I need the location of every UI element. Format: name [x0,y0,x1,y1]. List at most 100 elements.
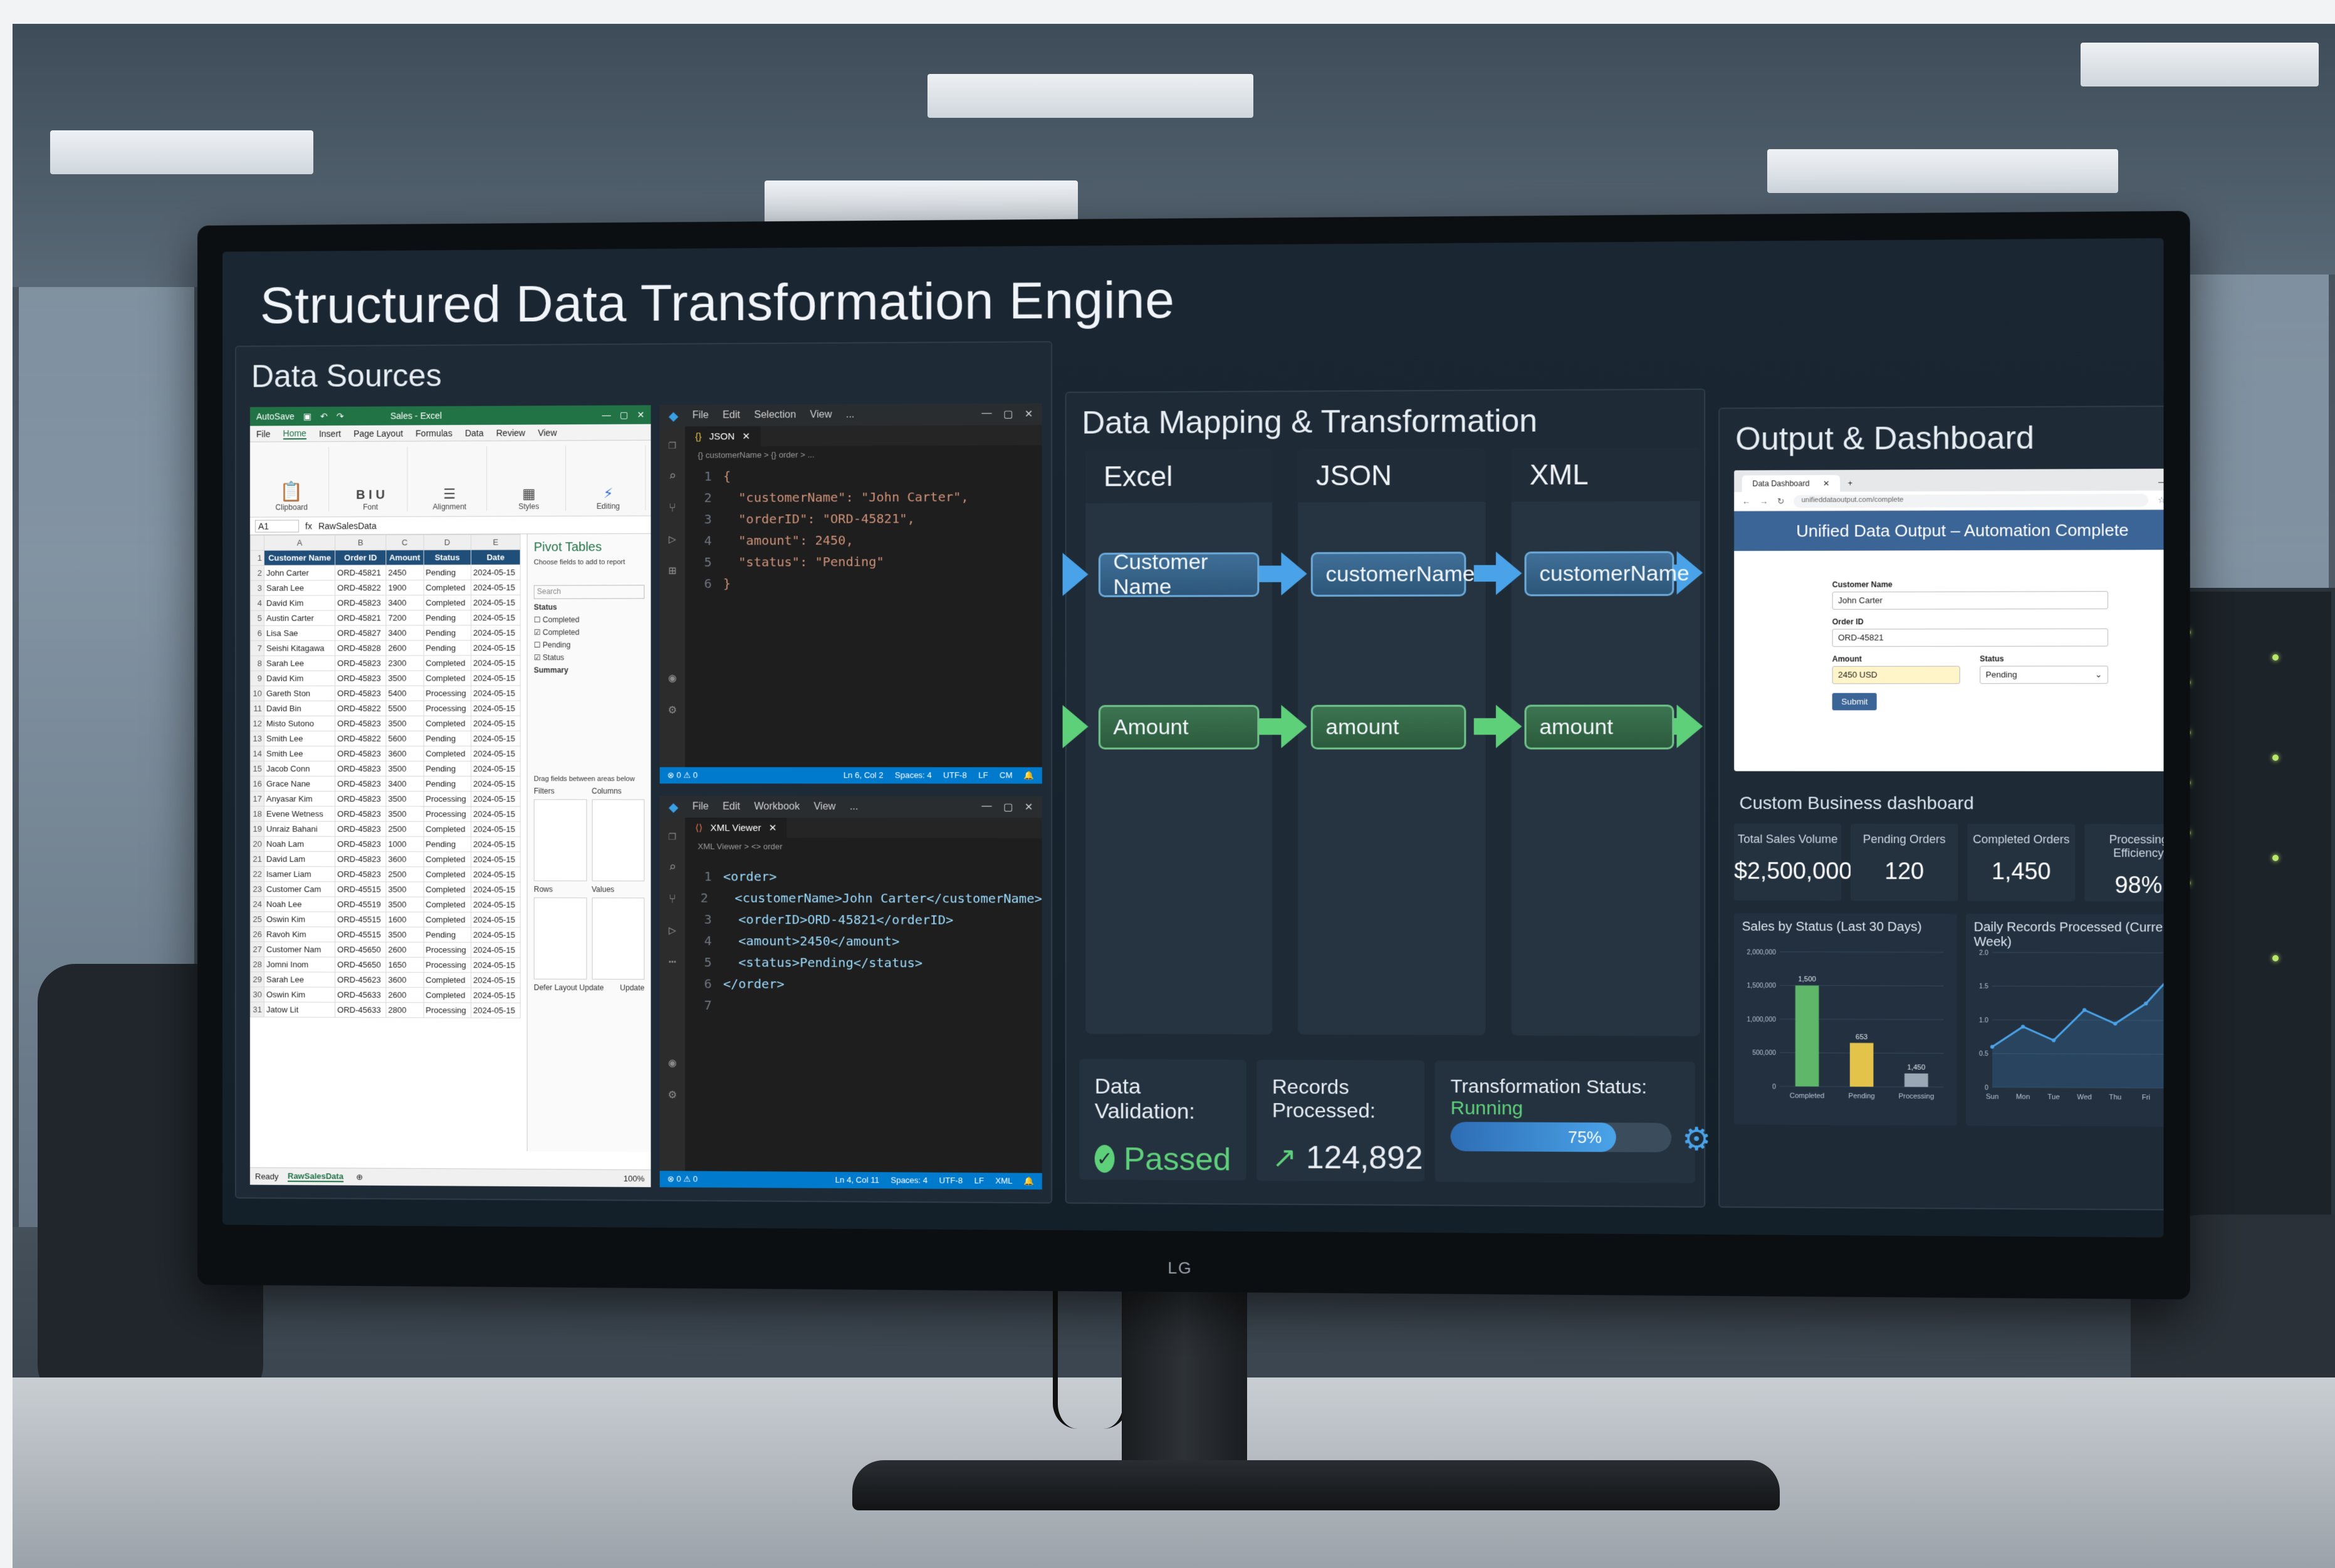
pivot-search-input[interactable]: Search [533,585,645,599]
explorer-icon[interactable]: ❐ [669,437,676,452]
row-number[interactable]: 29 [250,971,264,987]
code-line[interactable]: 3 <orderID>ORD-45821</orderID> [685,909,1042,931]
bookmark-star-icon[interactable]: ☆ [2158,494,2163,504]
row-number[interactable]: 4 [250,595,264,611]
table-cell[interactable]: 3600 [385,972,424,988]
table-cell[interactable]: Anyasar Kim [264,791,335,807]
table-cell[interactable]: 7200 [385,610,424,625]
table-cell[interactable]: Completed [423,655,471,671]
reload-icon[interactable]: ↻ [1777,496,1784,506]
pivot-option[interactable]: ☑ Completed [534,628,645,637]
styles-icon[interactable]: ▦ [522,486,535,502]
line-ending[interactable]: LF [974,1176,983,1186]
table-cell[interactable]: 2024-05-15 [471,731,521,746]
table-cell[interactable]: Completed [423,897,471,912]
back-icon[interactable]: ← [1742,496,1751,506]
table-cell[interactable]: Smith Lee [264,746,335,761]
table-cell[interactable]: Jatow Lit [264,1001,335,1018]
table-cell[interactable]: John Carter [264,565,335,581]
table-cell[interactable]: 1000 [385,836,424,852]
table-cell[interactable]: 5400 [385,686,424,701]
table-cell[interactable]: 2024-05-15 [471,942,521,958]
table-cell[interactable]: ORD-45515 [335,881,386,897]
table-cell[interactable]: ORD-45823 [335,821,386,837]
tab-json[interactable]: {} JSON ✕ [685,426,761,447]
table-row[interactable]: 23 Customer Cam ORD-45515 3500 Completed 2024… [250,881,521,897]
table-cell[interactable]: 2024-05-15 [471,972,521,988]
table-cell[interactable]: David Kim [264,595,335,611]
table-cell[interactable]: 2024-05-15 [471,625,521,640]
close-icon[interactable]: ✕ [1025,801,1033,813]
tab-xml-viewer[interactable]: ⟨⟩ XML Viewer ✕ [685,817,787,839]
table-cell[interactable]: Processing [423,957,471,973]
table-cell[interactable]: 3500 [385,761,424,776]
table-cell[interactable]: 2024-05-15 [471,836,521,852]
bold-icon[interactable]: B I U [356,488,385,503]
table-cell[interactable]: 2024-05-15 [471,655,521,671]
table-cell[interactable]: Completed [423,595,471,610]
table-cell[interactable]: ORD-45821 [335,565,386,580]
ribbon-group-alignment[interactable]: ☰ Alignment [412,446,488,511]
maximize-icon[interactable]: ▢ [1003,801,1013,813]
table-cell[interactable]: 3500 [385,927,424,943]
table-cell[interactable]: ORD-45515 [335,911,386,928]
table-row[interactable]: 4 David Kim ORD-45823 3400 Completed 2024-05-… [250,595,521,611]
code-line[interactable]: 4 "amount": 2450, [685,529,1042,551]
status-select[interactable]: Pending ⌄ [1980,666,2109,684]
notifications-icon[interactable]: 🔔 [1024,770,1035,780]
table-cell[interactable]: Completed [423,972,471,988]
table-cell[interactable]: Processing [423,1002,471,1018]
table-cell[interactable]: Processing [423,806,471,822]
table-cell[interactable]: 2024-05-15 [471,701,521,716]
line-ending[interactable]: LF [978,770,988,780]
table-row[interactable]: 22 Isamer Liam ORD-45823 2500 Completed 2024-… [250,866,521,882]
undo-icon[interactable]: ↶ [320,411,328,422]
lightning-icon[interactable]: ⚡ [603,486,614,502]
spreadsheet-grid[interactable]: AB CD E 1 Customer Name Order ID Amount … [250,534,521,1018]
close-icon[interactable]: ✕ [1025,408,1033,421]
table-cell[interactable]: ORD-45823 [335,836,386,852]
pivot-drop-box[interactable] [592,799,645,882]
row-number[interactable]: 28 [250,956,264,972]
language-mode[interactable]: XML [995,1176,1012,1186]
ribbon-tab-insert[interactable]: Insert [319,428,341,438]
table-cell[interactable]: 2024-05-15 [471,987,521,1003]
table-cell[interactable]: ORD-45823 [335,746,386,761]
row-number[interactable]: 15 [250,761,264,776]
row-number[interactable]: 20 [250,836,264,852]
table-cell[interactable]: Pending [423,927,471,943]
table-cell[interactable]: ORD-45823 [335,791,386,807]
table-cell[interactable]: Jacob Conn [264,761,335,776]
table-cell[interactable]: 3600 [385,851,424,867]
problems-indicator[interactable]: ⊗ 0 ⚠ 0 [667,1174,697,1184]
encoding[interactable]: UTF-8 [939,1176,963,1186]
source-control-icon[interactable]: ⑂ [669,891,676,906]
gear-icon[interactable]: ⚙ [1682,1121,1711,1158]
table-row[interactable]: 26 Ravoh Kim ORD-45515 3500 Pending 2024-05-1… [250,926,521,943]
table-cell[interactable]: ORD-45633 [335,1002,386,1018]
table-row[interactable]: 8 Sarah Lee ORD-45823 2300 Completed 2024-05-… [250,655,521,671]
table-cell[interactable]: 2024-05-15 [471,686,521,701]
table-cell[interactable]: ORD-45821 [335,610,386,626]
table-cell[interactable]: David Lam [264,851,335,867]
table-row[interactable]: 19 Unraiz Bahani ORD-45823 2500 Completed 202… [250,821,521,837]
table-cell[interactable]: 3400 [385,625,424,641]
browser-tab[interactable]: Data Dashboard ✕ [1742,474,1841,493]
mapping-node-amount-json[interactable]: amount [1310,704,1466,750]
encoding[interactable]: UTF-8 [943,770,967,780]
row-number[interactable]: 25 [250,911,264,927]
menu-view[interactable]: View [814,802,836,813]
row-number[interactable]: 7 [250,640,264,656]
ribbon-tab-review[interactable]: Review [496,427,525,437]
code-line[interactable]: 7 [685,995,1042,1017]
address-bar[interactable]: unifieddataoutput.com/complete [1793,493,2149,508]
table-cell[interactable]: 3500 [385,882,424,897]
header-amount[interactable]: Amount [385,550,424,565]
table-cell[interactable]: Completed [423,821,471,837]
table-cell[interactable]: Smith Lee [264,731,335,746]
header-customer-name[interactable]: Customer Name [264,550,335,566]
table-cell[interactable]: Sarah Lee [264,580,335,596]
table-cell[interactable]: 2024-05-15 [471,806,521,822]
table-cell[interactable]: 2024-05-15 [471,897,521,912]
zoom-level[interactable]: 100% [624,1174,651,1183]
